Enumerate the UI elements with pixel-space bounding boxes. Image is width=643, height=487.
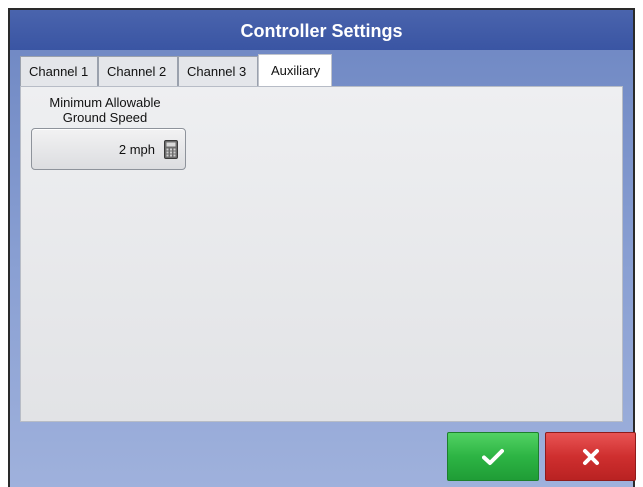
min-ground-speed-value: 2 mph	[118, 142, 155, 157]
auxiliary-panel: Minimum Allowable Ground Speed 2 mph	[20, 86, 623, 422]
calculator-icon	[164, 140, 178, 159]
tab-channel-1[interactable]: Channel 1	[20, 56, 98, 86]
min-ground-speed-label-line2: Ground Speed	[62, 110, 148, 125]
tab-channel-2[interactable]: Channel 2	[98, 56, 178, 86]
x-icon	[582, 448, 599, 465]
tab-auxiliary[interactable]: Auxiliary	[258, 54, 332, 86]
cancel-button[interactable]	[545, 432, 636, 481]
min-ground-speed-field[interactable]: 2 mph	[31, 128, 186, 170]
controller-settings-dialog: Controller Settings Channel 1 Channel 2 …	[8, 8, 636, 487]
checkmark-icon	[482, 448, 504, 465]
tab-bar: Channel 1 Channel 2 Channel 3 Auxiliary	[20, 54, 332, 86]
tab-channel-3[interactable]: Channel 3	[178, 56, 258, 86]
min-ground-speed-label-line1: Minimum Allowable	[49, 95, 161, 110]
min-ground-speed-label: Minimum Allowable Ground Speed	[33, 95, 177, 125]
dialog-title: Controller Settings	[10, 10, 633, 50]
ok-button[interactable]	[447, 432, 539, 481]
